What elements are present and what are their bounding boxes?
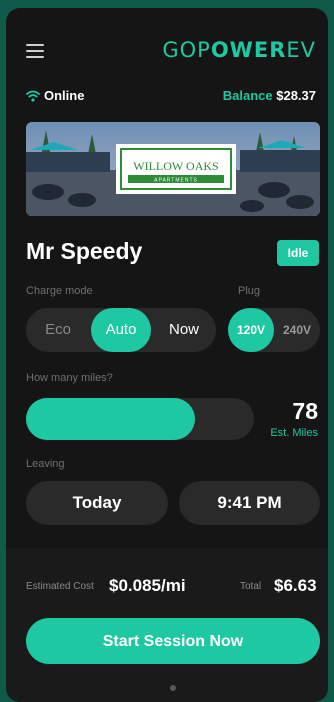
wifi-icon	[26, 90, 40, 102]
location-banner: WILLOW OAKS APARTMENTS	[26, 122, 320, 216]
total-label: Total	[240, 581, 262, 592]
gopowerev-logo: GOPOWEREV	[162, 38, 316, 62]
plug-toggle: 120V 240V	[228, 308, 320, 352]
balance-value: $28.37	[276, 88, 316, 103]
total-value: $6.63	[274, 576, 317, 595]
mode-auto-button[interactable]: Auto	[91, 308, 151, 352]
plug-240v-button[interactable]: 240V	[274, 308, 320, 352]
balance-label: Balance	[222, 88, 273, 103]
hamburger-icon[interactable]	[26, 44, 44, 58]
mode-eco-button[interactable]: Eco	[28, 308, 88, 352]
charge-mode-toggle: Eco Auto Now	[26, 308, 216, 352]
estimated-cost-label: Estimated Cost	[26, 581, 94, 592]
miles-label: How many miles?	[26, 372, 113, 384]
plug-label: Plug	[238, 285, 261, 297]
location-subtitle: APARTMENTS	[154, 178, 198, 184]
miles-value: 78	[292, 398, 318, 424]
leaving-day-button[interactable]: Today	[26, 481, 168, 525]
leaving-label: Leaving	[26, 458, 65, 470]
location-name: WILLOW OAKS	[133, 159, 218, 173]
miles-slider[interactable]	[26, 398, 254, 440]
estimated-cost-value: $0.085/mi	[109, 576, 186, 595]
status-badge: Idle	[277, 240, 319, 266]
leaving-time-button[interactable]: 9:41 PM	[179, 481, 320, 525]
miles-unit: Est. Miles	[270, 427, 318, 439]
cost-panel: Estimated Cost $0.085/mi Total $6.63 Sta…	[6, 548, 328, 702]
balance: Balance $28.37	[223, 88, 316, 103]
top-bar: GOPOWEREV	[6, 8, 328, 72]
status-row: Online Balance $28.37	[26, 88, 316, 106]
page-indicator-dot	[170, 685, 176, 691]
plug-120v-button[interactable]: 120V	[228, 308, 274, 352]
connection-status: Online	[44, 88, 85, 103]
app-screen: GOPOWEREV Online Balance $28.37 WILLOW O…	[6, 8, 328, 702]
start-session-button[interactable]: Start Session Now	[26, 618, 320, 664]
mode-now-button[interactable]: Now	[154, 308, 214, 352]
miles-slider-fill[interactable]	[26, 398, 195, 440]
charge-mode-label: Charge mode	[26, 285, 93, 297]
vehicle-name: Mr Speedy	[26, 238, 143, 264]
